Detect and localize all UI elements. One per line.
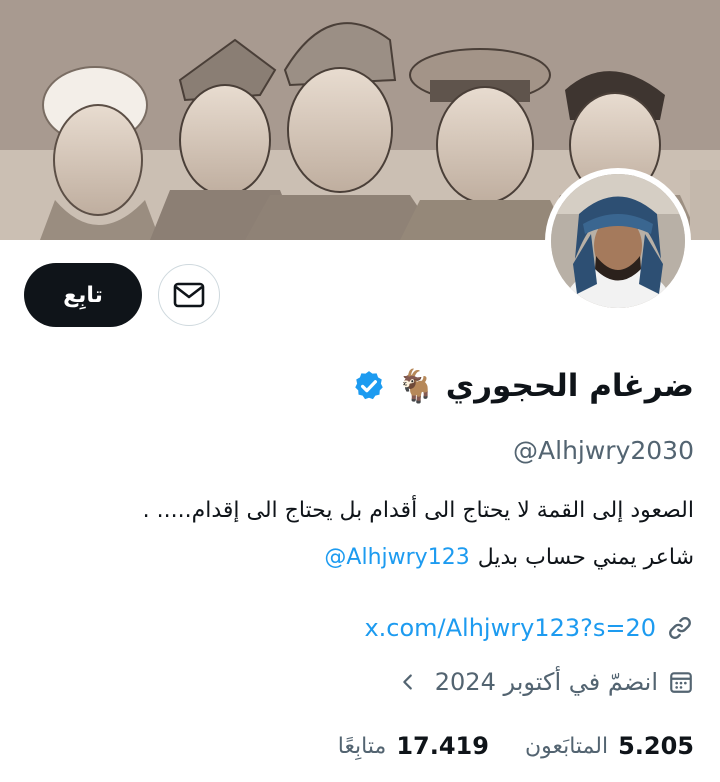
followers-count: 5.205: [618, 732, 694, 760]
link-icon: [669, 617, 691, 639]
goat-emoji: 🐐: [395, 367, 436, 405]
name-row: ضرغام الحجوري 🐐: [352, 356, 694, 416]
bio-line-1: الصعود إلى القمة لا يحتاج الى أقدام بل ي…: [142, 498, 694, 523]
followers-stat[interactable]: 5.205 المتابَعون: [525, 732, 694, 760]
profile-avatar[interactable]: [545, 168, 691, 314]
stats-row: 5.205 المتابَعون 17.419 متابِعًا: [338, 726, 694, 766]
verified-badge-icon[interactable]: [352, 369, 386, 403]
avatar-image: [551, 174, 685, 308]
followers-label: المتابَعون: [524, 733, 609, 759]
following-label: متابِعًا: [337, 733, 387, 759]
message-button[interactable]: [158, 264, 220, 326]
follow-button-label: تابِع: [63, 282, 103, 308]
joined-row: انضمّ في أكتوبر 2024: [397, 664, 694, 700]
calendar-icon: [670, 672, 692, 693]
chevron-left-icon[interactable]: [397, 671, 419, 693]
following-stat[interactable]: 17.419 متابِعًا: [338, 732, 489, 760]
bio-line-2: شاعر يمني حساب بديل @Alhjwry123: [324, 545, 694, 570]
display-name: ضرغام الحجوري: [445, 368, 694, 404]
profile-handle: @Alhjwry2030: [513, 436, 694, 465]
mail-icon: [173, 282, 205, 308]
joined-date: انضمّ في أكتوبر 2024: [434, 668, 658, 696]
bio-line-2-text: شاعر يمني حساب بديل: [477, 545, 694, 570]
following-count: 17.419: [396, 732, 489, 760]
follow-button[interactable]: تابِع: [24, 263, 142, 327]
website-row: x.com/Alhjwry123?s=20: [364, 610, 694, 646]
website-link[interactable]: x.com/Alhjwry123?s=20: [364, 614, 656, 642]
bio-mention-link[interactable]: @Alhjwry123: [324, 545, 469, 570]
